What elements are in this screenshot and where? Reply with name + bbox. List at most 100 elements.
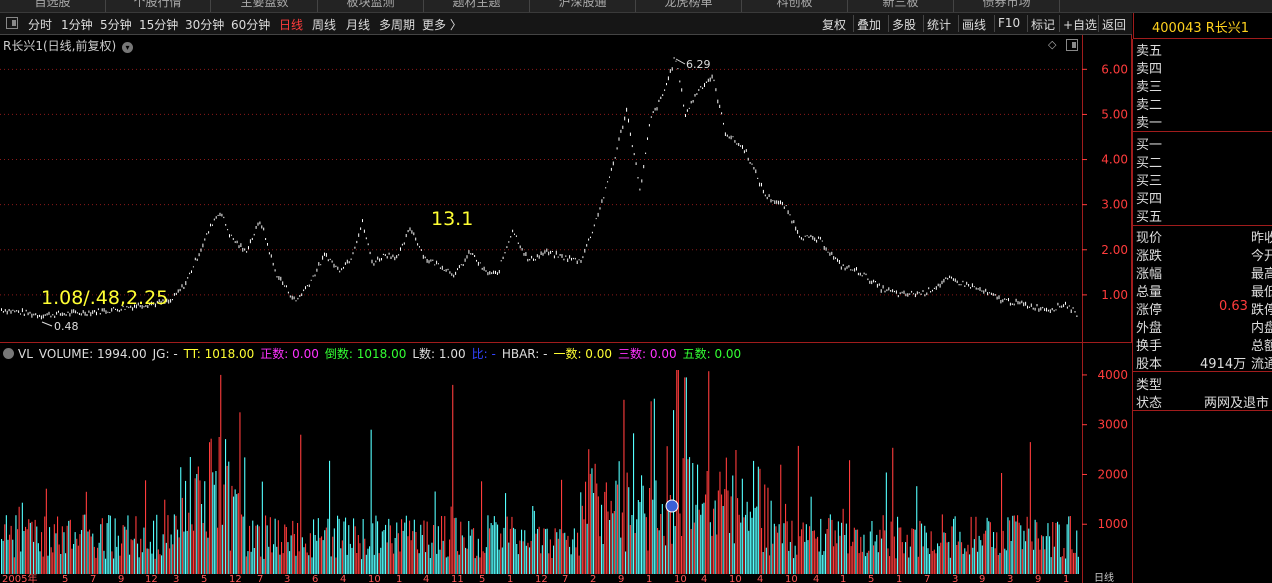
price-candle xyxy=(354,246,356,249)
volume-bar xyxy=(732,475,734,574)
volume-bar xyxy=(1012,515,1014,574)
volume-bar xyxy=(42,556,44,574)
volume-bar xyxy=(473,528,475,574)
volume-bar xyxy=(421,535,423,574)
date-axis-tick: 9 xyxy=(979,574,986,583)
price-candle xyxy=(1009,302,1011,306)
price-candle xyxy=(244,248,246,251)
price-candle xyxy=(419,246,420,248)
chevron-down-icon[interactable] xyxy=(3,348,14,359)
price-candle xyxy=(620,129,622,133)
volume-bar xyxy=(938,546,940,574)
volume-bar xyxy=(556,532,558,574)
volume-tick-label: 3000 xyxy=(1097,418,1128,432)
price-candle xyxy=(736,143,738,145)
event-marker-icon[interactable] xyxy=(665,499,679,513)
volume-bar xyxy=(276,546,278,574)
volume-legend-item: 倒数: 1018.00 xyxy=(324,347,407,361)
price-candle xyxy=(686,109,688,112)
volume-bar xyxy=(441,516,443,574)
price-candle xyxy=(521,248,523,251)
price-candle xyxy=(341,268,343,271)
volume-bar xyxy=(252,520,254,574)
price-candle xyxy=(248,246,249,250)
price-candle xyxy=(14,310,16,313)
price-candle xyxy=(894,290,895,293)
price-candle xyxy=(253,233,255,236)
volume-bar xyxy=(29,522,31,574)
volume-bar xyxy=(79,534,81,574)
volume-bar xyxy=(420,524,422,574)
price-candle xyxy=(924,294,926,297)
volume-bar xyxy=(551,558,553,574)
volume-bar xyxy=(953,518,955,574)
volume-bar xyxy=(802,522,804,574)
price-candle xyxy=(225,224,227,226)
volume-bar xyxy=(141,552,143,574)
volume-bar xyxy=(423,520,425,574)
panel-toggle-icon[interactable] xyxy=(1066,39,1078,51)
volume-bar xyxy=(292,520,294,574)
price-candle xyxy=(314,274,316,277)
volume-bar xyxy=(327,518,329,574)
volume-bar xyxy=(466,548,468,574)
price-candle xyxy=(694,94,696,97)
diamond-icon[interactable]: ◇ xyxy=(1048,38,1056,51)
chart-title[interactable]: R长兴1(日线,前复权) ▾ xyxy=(3,37,133,54)
price-candle xyxy=(818,236,819,239)
chevron-down-icon[interactable]: ▾ xyxy=(121,42,133,53)
volume-bar xyxy=(73,544,75,574)
price-candle xyxy=(175,292,177,295)
volume-bar xyxy=(788,550,790,574)
price-candle xyxy=(740,145,742,147)
price-candle xyxy=(990,292,992,295)
volume-bar xyxy=(812,531,814,574)
volume-bar xyxy=(959,531,961,574)
volume-bar xyxy=(1023,530,1025,574)
price-candle xyxy=(698,89,700,91)
price-tick-label: 4.00 xyxy=(1101,153,1128,167)
price-candle xyxy=(861,275,863,277)
volume-bar xyxy=(1042,536,1044,574)
volume-legend-item: VOLUME: 1994.00 xyxy=(38,347,147,361)
price-candle xyxy=(198,253,200,257)
volume-bar xyxy=(20,551,22,574)
volume-bar xyxy=(268,546,270,574)
price-candle xyxy=(227,229,229,231)
volume-bar xyxy=(418,553,420,574)
price-candle xyxy=(650,116,652,118)
volume-bar xyxy=(823,551,825,574)
price-candle xyxy=(59,313,61,316)
price-candle xyxy=(605,187,607,189)
price-candle xyxy=(800,237,802,240)
volume-bar xyxy=(476,555,478,574)
volume-bar xyxy=(525,545,527,574)
volume-bar xyxy=(633,433,635,574)
price-candle xyxy=(517,242,519,244)
price-candle xyxy=(578,259,580,261)
price-candle xyxy=(964,285,966,287)
volume-bar xyxy=(845,523,847,574)
volume-bar xyxy=(437,526,439,574)
price-candle xyxy=(781,201,783,206)
annotation-left: 1.08/.48,2.25 xyxy=(41,287,169,309)
volume-bar xyxy=(826,529,828,574)
volume-bar xyxy=(493,516,495,574)
volume-bar xyxy=(465,547,467,574)
volume-bar xyxy=(991,547,993,574)
sell-level-label: 卖一 xyxy=(1136,116,1163,131)
price-candle xyxy=(489,271,491,275)
volume-bar xyxy=(1018,522,1020,574)
buy-level-label: 买五 xyxy=(1136,210,1163,225)
price-candle xyxy=(1,308,2,311)
volume-bar xyxy=(628,487,630,574)
volume-bar xyxy=(801,529,803,574)
price-candle xyxy=(726,134,728,137)
price-candle xyxy=(352,252,354,255)
volume-bar xyxy=(583,519,585,574)
price-candle xyxy=(185,281,187,286)
volume-bar xyxy=(751,517,753,574)
volume-bar xyxy=(836,543,838,574)
price-candle xyxy=(99,313,101,315)
price-candle xyxy=(821,240,823,242)
